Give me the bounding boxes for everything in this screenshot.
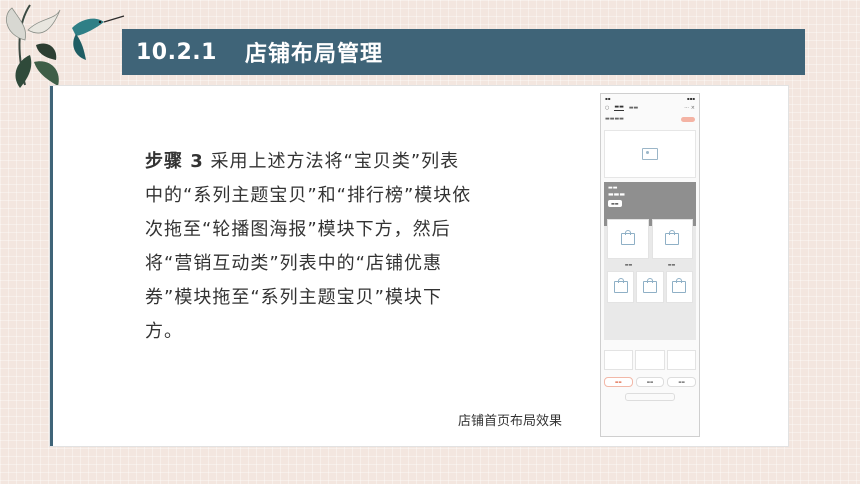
coupon-card [635,350,665,370]
phone-tab-active: ▬▬ [614,104,624,111]
bottom-chip-active: ▬▬ [604,377,633,387]
theme-title-placeholder: ▬▬▬ [608,191,626,198]
phone-store-header: ▬▬▬▬ [601,112,699,126]
section-title: 店铺布局管理 [244,42,383,67]
phone-tab: ▬▬ [628,104,639,111]
carousel-poster-module [604,130,696,178]
follow-button [681,116,695,122]
hummingbird-flower-decoration-icon [6,4,125,88]
product-card [665,271,693,303]
bottom-chip: ▬▬ [635,377,665,387]
shopping-bag-icon [665,230,680,245]
image-placeholder-icon [642,148,658,160]
phone-bottom-tabs: ▬▬ ▬▬ ▬▬ [601,374,699,390]
theme-product-grid [604,216,696,262]
more-icon: ⋯ × [684,104,695,111]
series-theme-items-module: ▬▬ ▬▬▬ ▬▬ ▬▬ ▬▬ [604,182,696,340]
store-coupon-module [601,346,699,374]
product-card [607,271,635,303]
back-icon: ○ [605,104,610,111]
bottom-chip: ▬▬ [667,377,697,387]
view-more-bar [625,393,675,401]
coupon-card [666,350,696,370]
figure-caption: 店铺首页布局效果 [458,414,563,429]
store-name-placeholder: ▬▬▬▬ [605,116,624,122]
product-card [651,219,693,259]
shopping-bag-icon [613,278,628,293]
product-card [607,219,649,259]
coupon-card [604,350,634,370]
section-number: 10.2.1 [136,39,217,65]
shopping-bag-icon [672,278,687,293]
shopping-bag-icon [620,230,635,245]
step-paragraph: 步骤 3 采用上述方法将“宝贝类”列表中的“系列主题宝贝”和“排行榜”模块依次拖… [145,145,475,349]
step-text: 采用上述方法将“宝贝类”列表中的“系列主题宝贝”和“排行榜”模块依次拖至“轮播图… [145,151,472,342]
step-label: 步骤 3 [145,151,204,172]
section-title-bar: 10.2.1 店铺布局管理 [122,29,805,75]
phone-tab-bar: ○ ▬▬ ▬▬ ⋯ × [601,103,699,112]
ranking-product-grid [604,267,696,307]
store-homepage-preview: ▪▪▪▪▪ ○ ▬▬ ▬▬ ⋯ × ▬▬▬▬ ▬▬ ▬▬▬ ▬▬ ▬▬▬▬ [600,93,700,437]
theme-button: ▬▬ [608,200,622,207]
product-card [636,271,664,303]
shopping-bag-icon [642,278,657,293]
phone-status-bar: ▪▪ ▪▪▪ [605,96,695,101]
